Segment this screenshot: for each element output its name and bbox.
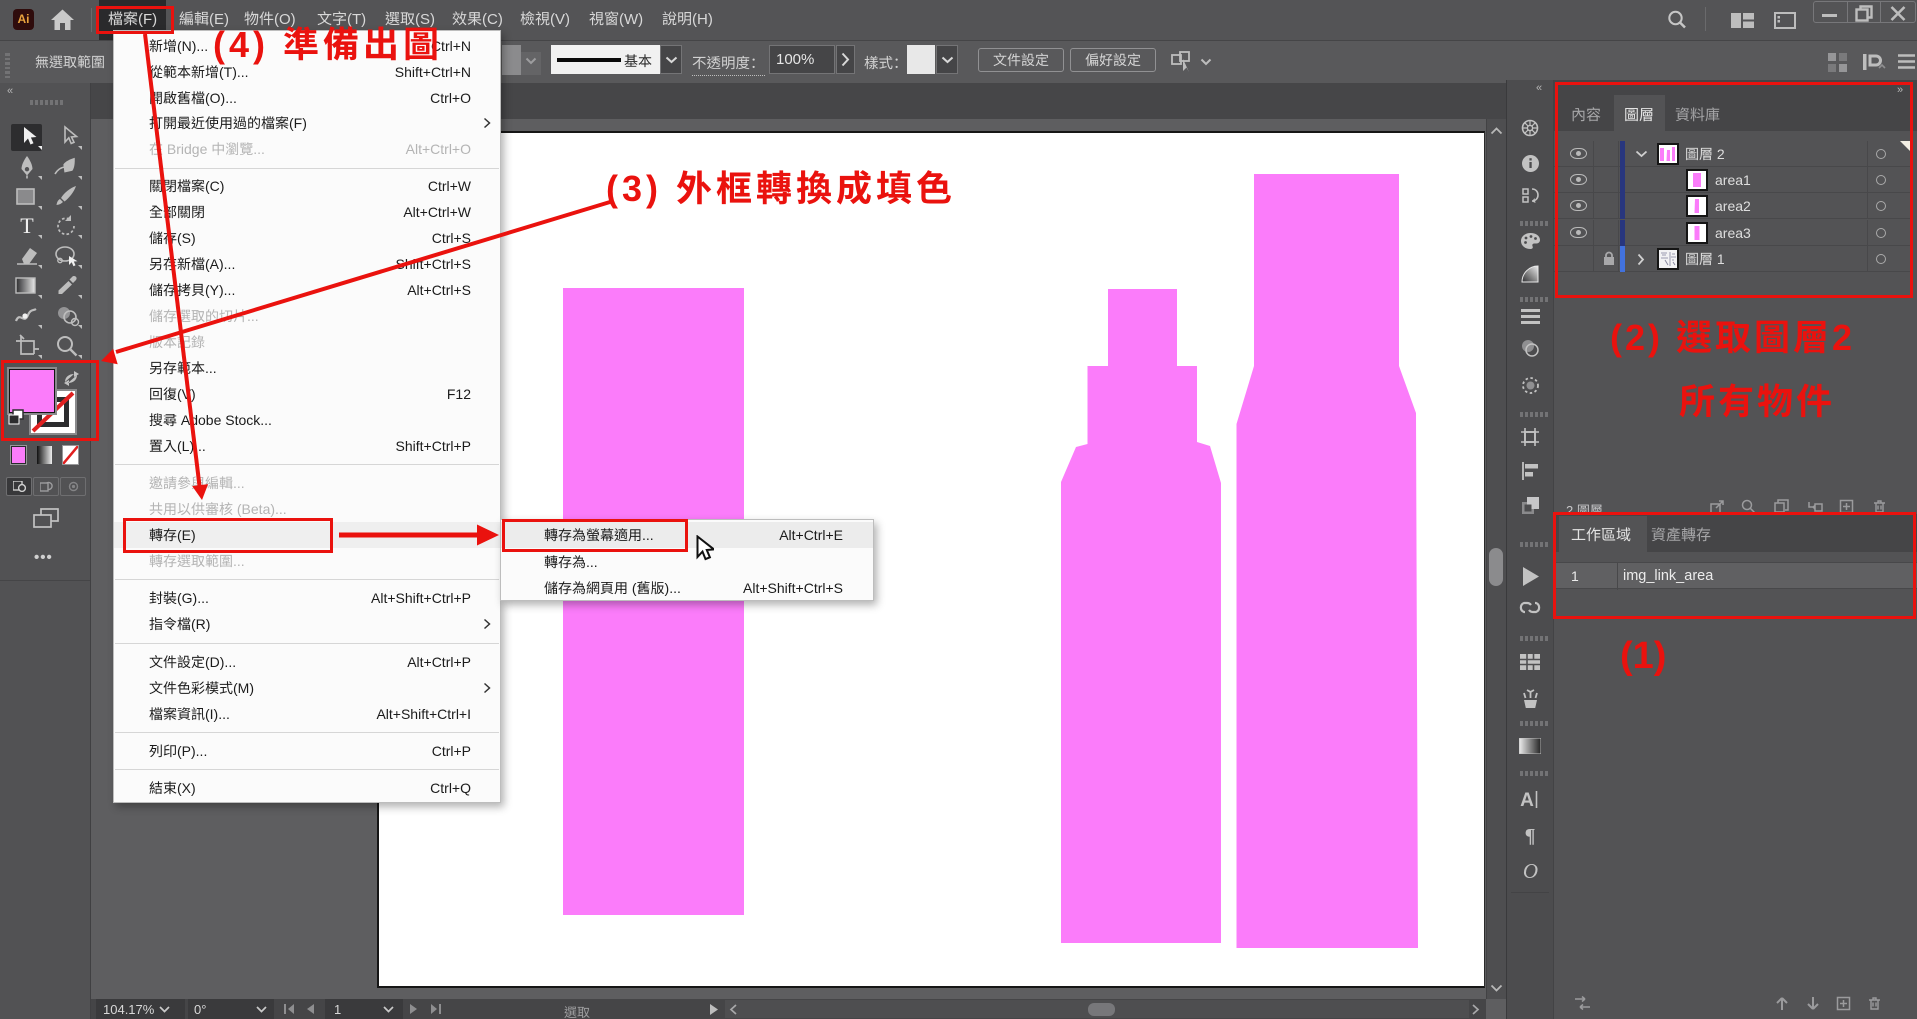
svg-text:T: T: [20, 213, 34, 238]
svg-text:¶: ¶: [1525, 826, 1536, 845]
svg-text:A: A: [1520, 790, 1534, 809]
svg-text:O: O: [1522, 862, 1537, 881]
